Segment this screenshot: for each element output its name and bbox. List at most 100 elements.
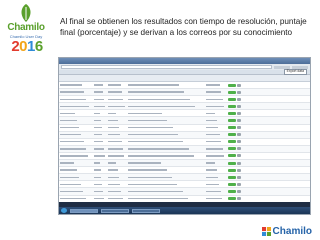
results-screenshot: Export data <box>58 57 311 215</box>
status-pill[interactable] <box>228 90 236 94</box>
table-cell <box>205 141 227 143</box>
results-table <box>59 82 310 214</box>
action-icon[interactable] <box>237 154 241 158</box>
status-pill[interactable] <box>228 182 236 186</box>
table-row[interactable] <box>59 145 310 153</box>
table-row[interactable] <box>59 152 310 161</box>
status-pill[interactable] <box>228 119 236 123</box>
result-cell <box>227 111 245 115</box>
taskbar-item[interactable] <box>132 208 160 213</box>
table-cell <box>127 112 205 115</box>
table-cell <box>59 197 93 200</box>
results-table-header <box>59 75 310 82</box>
status-pill[interactable] <box>228 147 236 151</box>
table-cell <box>107 141 127 143</box>
chamilo-user-day-logo: Chamilo Chamilo User Day 2016 <box>3 3 49 65</box>
action-icon[interactable] <box>237 104 241 108</box>
table-row[interactable] <box>59 188 310 196</box>
action-icon[interactable] <box>237 189 241 193</box>
table-cell <box>107 134 127 136</box>
table-cell <box>93 119 107 122</box>
table-row[interactable] <box>59 167 310 175</box>
table-cell <box>107 98 127 100</box>
action-icon[interactable] <box>237 161 241 165</box>
table-row[interactable] <box>59 89 310 97</box>
footer-brand: Chamilo <box>272 226 312 237</box>
table-cell <box>107 105 127 108</box>
status-pill[interactable] <box>228 111 236 115</box>
action-icon[interactable] <box>237 126 241 130</box>
status-pill[interactable] <box>228 83 236 87</box>
table-row[interactable] <box>59 82 310 90</box>
table-cell <box>127 197 205 200</box>
action-icon[interactable] <box>237 168 241 172</box>
table-cell <box>59 148 93 150</box>
table-cell <box>127 176 205 178</box>
export-button[interactable]: Export data <box>283 69 307 75</box>
status-pill[interactable] <box>228 161 236 165</box>
action-icon[interactable] <box>237 97 241 101</box>
table-row[interactable] <box>59 110 310 118</box>
table-cell <box>93 162 107 164</box>
status-pill[interactable] <box>228 104 236 108</box>
table-cell <box>107 91 127 93</box>
result-cell <box>227 119 245 123</box>
result-cell <box>227 189 245 193</box>
table-row[interactable] <box>59 117 310 125</box>
table-cell <box>107 190 127 193</box>
status-pill[interactable] <box>228 133 236 137</box>
table-row[interactable] <box>59 96 310 104</box>
bookmark-item[interactable] <box>292 65 308 69</box>
action-icon[interactable] <box>237 182 241 186</box>
table-cell <box>59 91 93 93</box>
table-cell <box>59 126 93 129</box>
table-cell <box>127 162 205 164</box>
table-cell <box>93 112 107 115</box>
table-row[interactable] <box>59 174 310 182</box>
status-pill[interactable] <box>228 126 236 130</box>
action-icon[interactable] <box>237 83 241 87</box>
table-cell <box>205 105 227 108</box>
action-icon[interactable] <box>237 119 241 123</box>
taskbar-item[interactable] <box>101 208 129 213</box>
table-row[interactable] <box>59 160 310 168</box>
action-icon[interactable] <box>237 197 241 201</box>
table-cell <box>127 84 205 86</box>
table-cell <box>205 162 227 164</box>
action-icon[interactable] <box>237 90 241 94</box>
leaf-icon <box>21 4 31 22</box>
status-pill[interactable] <box>228 154 236 158</box>
taskbar-item[interactable] <box>70 208 98 213</box>
table-cell <box>127 169 205 171</box>
table-cell <box>127 148 205 150</box>
result-cell <box>227 104 245 108</box>
table-cell <box>127 105 205 108</box>
chamilo-footer-logo: Chamilo <box>261 226 312 237</box>
status-pill[interactable] <box>228 97 236 101</box>
bookmark-item[interactable] <box>274 65 290 69</box>
action-icon[interactable] <box>237 147 241 151</box>
action-icon[interactable] <box>237 133 241 137</box>
table-cell <box>93 91 107 93</box>
table-cell <box>127 91 205 93</box>
action-icon[interactable] <box>237 140 241 144</box>
status-pill[interactable] <box>228 175 236 179</box>
table-row[interactable] <box>59 124 310 132</box>
table-row[interactable] <box>59 181 310 189</box>
table-cell <box>127 134 205 136</box>
status-pill[interactable] <box>228 140 236 144</box>
logo-brand: Chamilo <box>7 22 45 33</box>
status-pill[interactable] <box>228 189 236 193</box>
action-icon[interactable] <box>237 111 241 115</box>
table-row[interactable] <box>59 138 310 146</box>
url-field[interactable] <box>61 65 272 69</box>
result-cell <box>227 161 245 165</box>
table-cell <box>93 126 107 129</box>
table-row[interactable] <box>59 131 310 139</box>
status-pill[interactable] <box>228 168 236 172</box>
table-row[interactable] <box>59 103 310 111</box>
status-pill[interactable] <box>228 197 236 201</box>
start-button[interactable] <box>61 208 67 213</box>
result-cell <box>227 147 245 151</box>
action-icon[interactable] <box>237 175 241 179</box>
